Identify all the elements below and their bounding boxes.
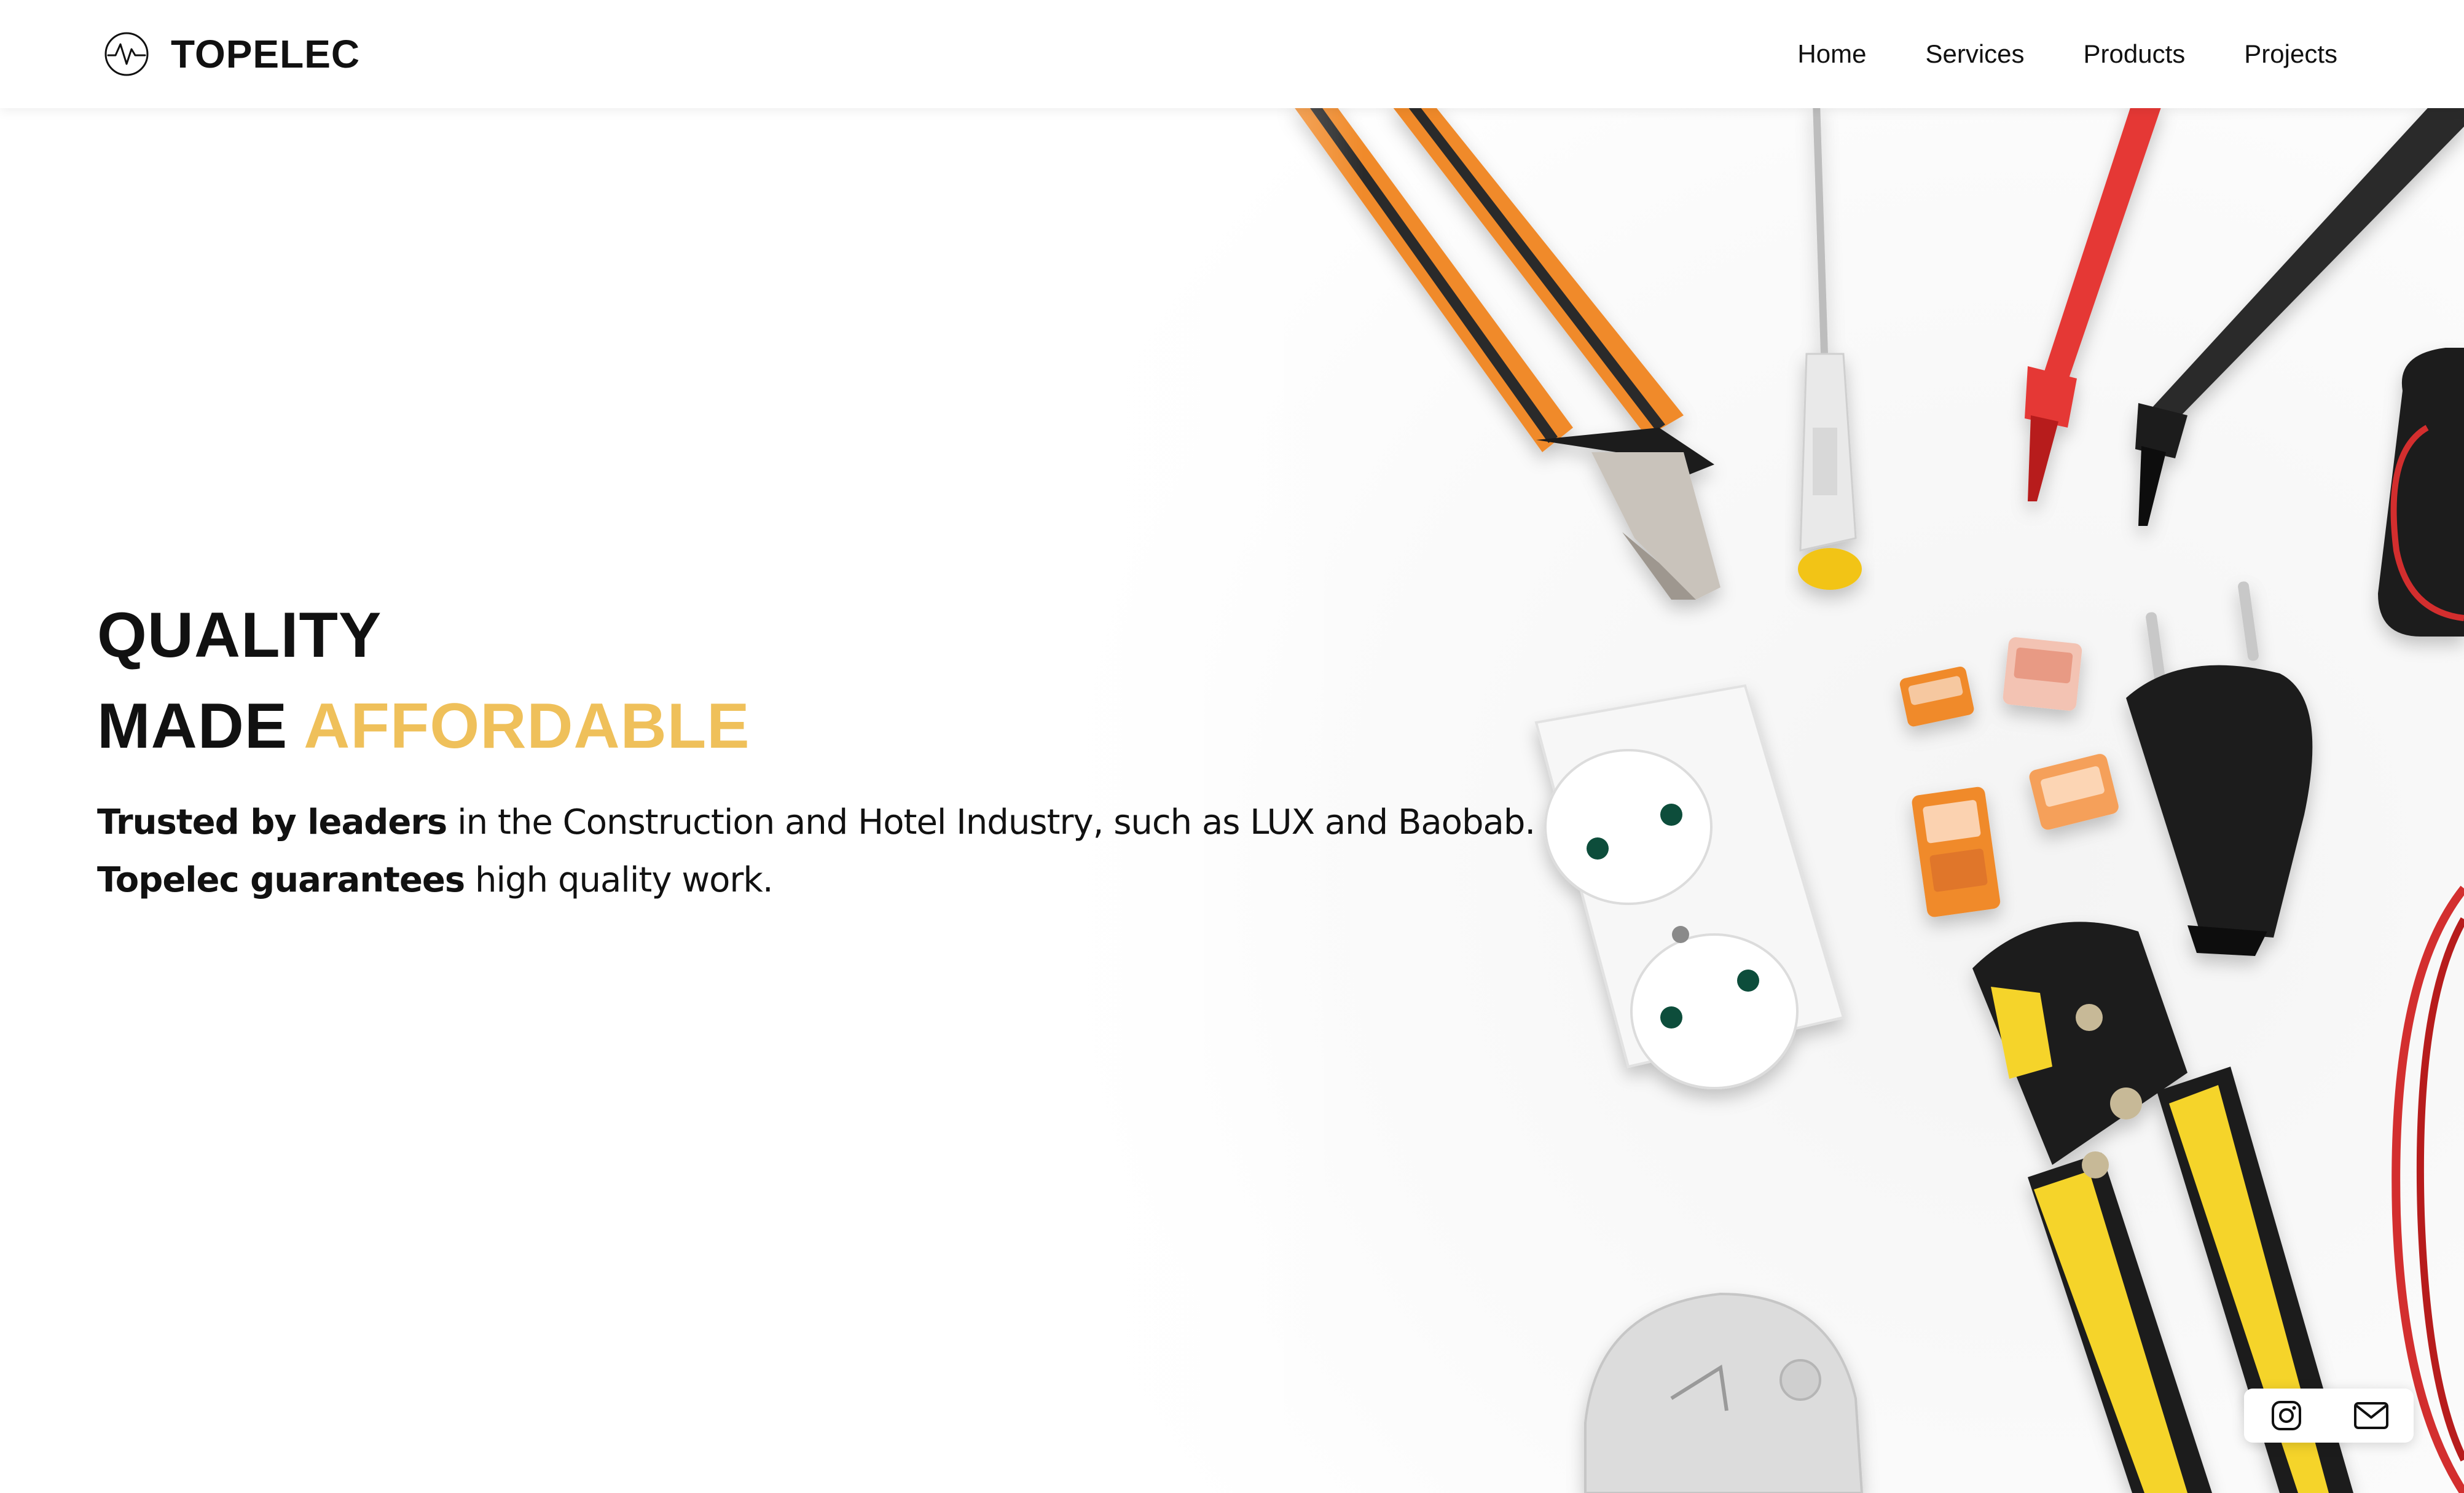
main-nav: Home Services Products Projects — [1797, 32, 2337, 76]
headline-line-2-plain: MADE — [97, 691, 288, 762]
nav-projects[interactable]: Projects — [2244, 39, 2337, 69]
tagline-line-1: Trusted by leaders in the Construction a… — [97, 794, 1536, 852]
brand-name: TOPELEC — [171, 32, 361, 76]
nav-home[interactable]: Home — [1797, 39, 1866, 69]
tagline-2-bold: Topelec guarantees — [97, 860, 465, 900]
mail-button[interactable] — [2352, 1396, 2391, 1435]
mail-icon — [2354, 1402, 2388, 1429]
hero-headline: QUALITY MADE AFFORDABLE — [97, 590, 1535, 772]
hero-tagline: Trusted by leaders in the Construction a… — [97, 794, 1536, 909]
headline-line-1: QUALITY — [97, 600, 382, 671]
instagram-icon — [2272, 1401, 2301, 1430]
tagline-2-rest: high quality work. — [465, 860, 774, 900]
tagline-1-rest: in the Construction and Hotel Industry, … — [447, 802, 1536, 842]
tagline-line-2: Topelec guarantees high quality work. — [97, 852, 1535, 909]
social-widget — [2244, 1389, 2414, 1443]
nav-services[interactable]: Services — [1925, 39, 2024, 69]
instagram-button[interactable] — [2267, 1396, 2306, 1435]
pulse-wave-icon — [104, 32, 149, 76]
brand[interactable]: TOPELEC — [103, 29, 360, 79]
headline-accent: AFFORDABLE — [304, 691, 750, 762]
page: TOPELEC Home Services Products Projects — [0, 0, 2464, 1493]
nav-products[interactable]: Products — [2084, 39, 2186, 69]
hero-section: QUALITY MADE AFFORDABLE Trusted by leade… — [97, 590, 1536, 909]
tagline-1-bold: Trusted by leaders — [97, 802, 447, 842]
site-header: TOPELEC Home Services Products Projects — [0, 0, 2464, 108]
